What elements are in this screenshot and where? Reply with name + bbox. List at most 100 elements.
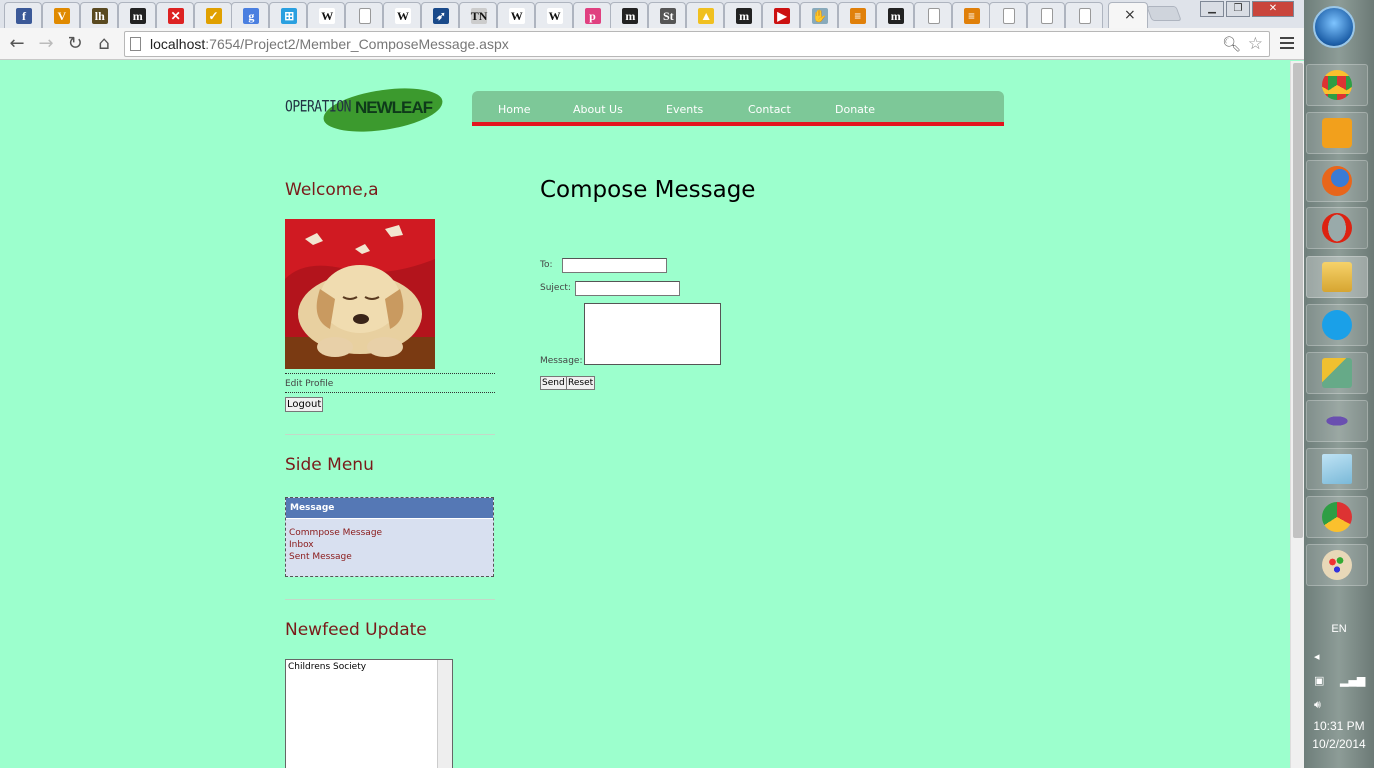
windows-icon: ⊞ — [281, 8, 298, 24]
browser-tab[interactable]: ▶ — [762, 2, 800, 28]
browser-tab[interactable]: f — [4, 2, 42, 28]
bookmark-star-icon[interactable]: ☆ — [1248, 34, 1263, 54]
address-bar[interactable]: localhost:7654/Project2/Member_ComposeMe… — [124, 31, 1270, 57]
power-icon[interactable]: ▣ — [1314, 674, 1324, 687]
back-icon[interactable]: ← — [6, 33, 28, 55]
browser-tab[interactable]: W — [383, 2, 421, 28]
browser-tab[interactable]: m — [724, 2, 763, 28]
browser-tab[interactable]: ✓ — [193, 2, 232, 28]
reset-button[interactable]: Reset — [566, 376, 596, 390]
minimize-button[interactable]: ▁ — [1200, 1, 1224, 17]
hand-icon: ✋ — [811, 8, 828, 24]
nav-about-us[interactable]: About Us — [573, 103, 623, 116]
browser-tab[interactable] — [913, 2, 952, 28]
browser-tab[interactable]: V — [41, 2, 80, 28]
send-button[interactable]: Send — [540, 376, 567, 390]
listbox-scrollbar[interactable] — [437, 660, 452, 768]
browser-tab[interactable]: ✋ — [799, 2, 838, 28]
taskbar-media-player[interactable] — [1306, 112, 1368, 154]
network-signal-icon[interactable]: ▂▄▆ — [1340, 674, 1365, 687]
menu-item-compose-message[interactable]: Commpose Message — [289, 527, 490, 539]
subject-label: Suject: — [540, 283, 571, 293]
tn-icon: TN — [470, 8, 488, 24]
window-close-button[interactable]: ✕ — [1252, 1, 1294, 17]
taskbar-opera[interactable] — [1306, 207, 1368, 249]
browser-tab[interactable]: p — [572, 2, 611, 28]
browser-tab[interactable]: ≡ — [951, 2, 990, 28]
blank-page-icon — [359, 8, 372, 24]
start-button-icon[interactable] — [1313, 6, 1355, 48]
clock-date[interactable]: 10/2/2014 — [1304, 737, 1374, 751]
side-menu-header[interactable]: Message — [286, 498, 493, 519]
browser-tab[interactable]: ✕ — [155, 2, 194, 28]
home-icon[interactable]: ⌂ — [93, 33, 115, 55]
browser-tab[interactable]: W — [307, 2, 346, 28]
message-field[interactable] — [584, 303, 721, 365]
show-hidden-icons-icon[interactable]: ◂ — [1314, 650, 1320, 663]
browser-tab[interactable]: ▲ — [686, 2, 725, 28]
logout-button[interactable]: Logout — [285, 397, 324, 412]
active-browser-tab[interactable]: × — [1108, 2, 1148, 28]
nav-events[interactable]: Events — [666, 103, 703, 116]
clock-time[interactable]: 10:31 PM — [1304, 719, 1374, 733]
scrollbar-thumb[interactable] — [1293, 63, 1303, 538]
notepad-icon — [1322, 454, 1352, 484]
reload-icon[interactable]: ↻ — [64, 33, 86, 55]
list-item[interactable]: Childrens Society — [288, 662, 366, 672]
taskbar-skype[interactable] — [1306, 304, 1368, 346]
volume-icon[interactable]: 🔊︎ — [1314, 698, 1321, 712]
paint-icon — [1322, 550, 1352, 580]
browser-tab[interactable]: m — [117, 2, 156, 28]
edit-profile-link[interactable]: Edit Profile — [285, 379, 333, 389]
taskbar-chrome[interactable] — [1306, 64, 1368, 106]
browser-tab[interactable]: ⊞ — [269, 2, 308, 28]
browser-tab[interactable]: m — [610, 2, 649, 28]
browser-tab[interactable] — [989, 2, 1028, 28]
taskbar-notepad[interactable] — [1306, 448, 1368, 490]
taskbar-file-explorer[interactable] — [1306, 256, 1368, 298]
zoom-icon[interactable]: 🔍︎ — [1222, 35, 1241, 53]
blank-page-icon — [1041, 8, 1054, 24]
taskbar-chrome[interactable] — [1306, 496, 1368, 538]
newsfeed-listbox[interactable]: Childrens Society — [285, 659, 453, 768]
v-icon: V — [53, 8, 70, 24]
browser-tab[interactable]: ≡ — [837, 2, 876, 28]
browser-tab[interactable]: TN — [458, 2, 497, 28]
taskbar-tools[interactable] — [1306, 352, 1368, 394]
taskbar-visual-studio[interactable] — [1306, 400, 1368, 442]
site-logo[interactable]: OPERATION NEWLEAF — [285, 83, 445, 137]
browser-tab[interactable] — [1065, 2, 1104, 28]
taskbar-paint[interactable] — [1306, 544, 1368, 586]
forward-icon[interactable]: → — [35, 33, 57, 55]
language-indicator[interactable]: EN — [1304, 623, 1374, 635]
avatar — [285, 219, 435, 369]
chrome-menu-icon[interactable] — [1278, 34, 1296, 54]
browser-tab[interactable] — [345, 2, 384, 28]
st-icon: St — [660, 8, 677, 24]
menu-item-sent-message[interactable]: Sent Message — [289, 551, 490, 563]
browser-tab[interactable]: lh — [79, 2, 118, 28]
browser-tab[interactable]: St — [648, 2, 687, 28]
subject-field[interactable] — [575, 281, 680, 296]
browser-tab[interactable]: W — [534, 2, 573, 28]
browser-tab[interactable]: g — [231, 2, 270, 28]
browser-tab[interactable]: ➶ — [420, 2, 459, 28]
menu-item-inbox[interactable]: Inbox — [289, 539, 490, 551]
newsfeed-heading: Newfeed Update — [285, 620, 427, 640]
browser-tab[interactable]: W — [496, 2, 535, 28]
nav-donate[interactable]: Donate — [835, 103, 875, 116]
chrome-icon — [1322, 502, 1352, 532]
opera-icon — [1322, 213, 1352, 243]
tools-icon — [1322, 358, 1352, 388]
tab-close-icon[interactable]: × — [1124, 7, 1136, 23]
browser-tab[interactable] — [1027, 2, 1066, 28]
nav-home[interactable]: Home — [498, 103, 530, 116]
taskbar-firefox[interactable] — [1306, 160, 1368, 202]
to-field[interactable] — [562, 258, 667, 273]
message-label: Message: — [540, 356, 583, 366]
nav-contact[interactable]: Contact — [748, 103, 791, 116]
restore-button[interactable]: ❐ — [1226, 1, 1250, 17]
page-scrollbar[interactable] — [1290, 61, 1304, 768]
new-tab-button[interactable] — [1146, 6, 1182, 21]
browser-tab[interactable]: m — [875, 2, 914, 28]
